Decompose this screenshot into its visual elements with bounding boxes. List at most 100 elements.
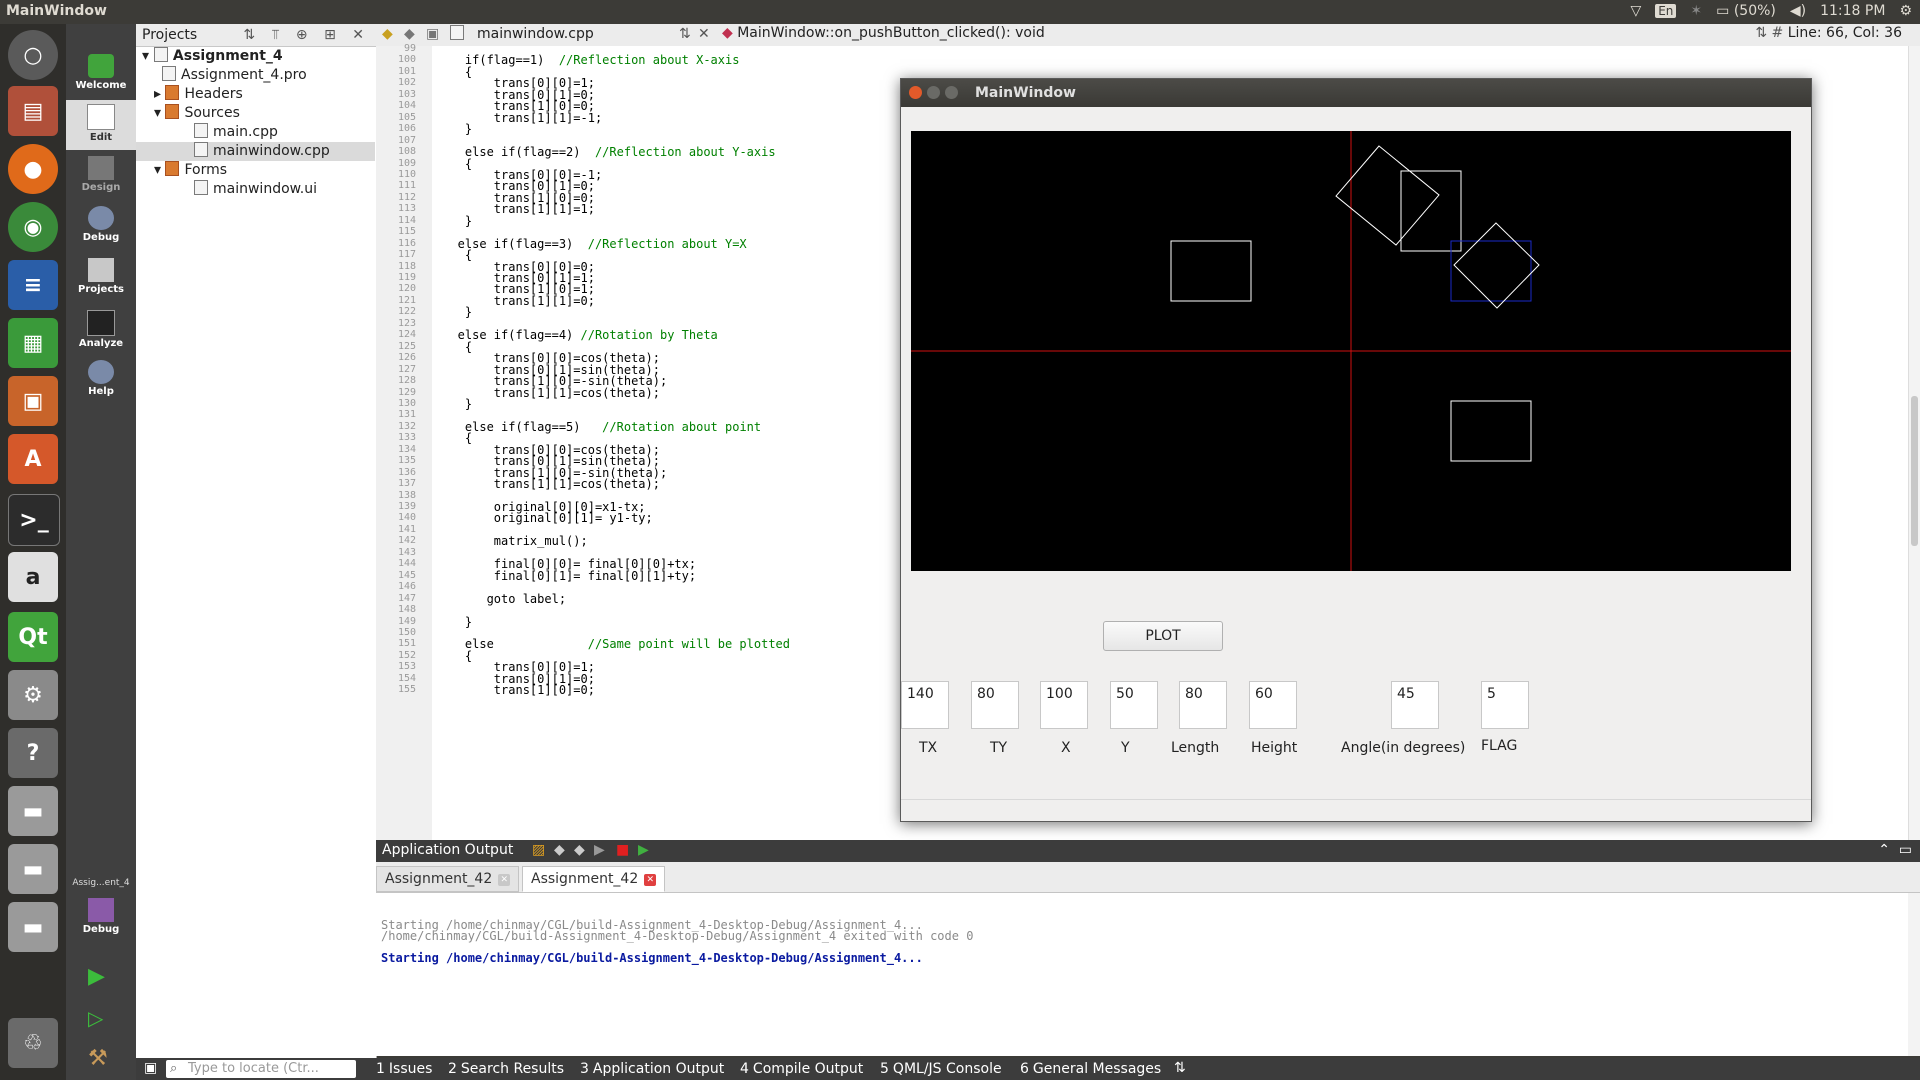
system-settings-icon[interactable]: ⚙ (8, 670, 58, 720)
software-center-icon[interactable]: A (8, 434, 58, 484)
close-document-icon[interactable]: ✕ (698, 26, 710, 42)
tx-label: TX (919, 740, 938, 756)
back-arrow-icon[interactable]: ◆ (382, 26, 393, 42)
lock-icon[interactable]: ▣ (426, 26, 439, 42)
amazon-icon[interactable]: a (8, 552, 58, 602)
drive-icon-2[interactable]: ▬ (8, 844, 58, 894)
tree-node-headers[interactable]: ▸ Headers (154, 85, 243, 104)
status-tab-qml-console[interactable]: 5 QML/JS Console (880, 1060, 1002, 1078)
kit-selector-debug[interactable]: Debug (66, 894, 136, 944)
application-output[interactable]: Starting /home/chinmay/CGL/build-Assignm… (376, 893, 1908, 1056)
pane-toolbar-icons[interactable]: ⇅ ⫪ ⊕ ⊞ ✕ (243, 27, 370, 43)
angle-input[interactable]: 45 (1391, 681, 1439, 729)
close-tab-icon[interactable]: ✕ (644, 874, 657, 886)
height-input[interactable]: 60 (1249, 681, 1297, 729)
editor-scrollbar-thumb[interactable] (1911, 396, 1918, 546)
help-icon[interactable]: ? (8, 728, 58, 778)
chrome-icon[interactable]: ◉ (8, 202, 58, 252)
close-tab-icon[interactable]: ✕ (498, 874, 511, 886)
bottom-status-bar: ▣ ⌕ Type to locate (Ctr... 1 Issues 2 Sear… (136, 1058, 1920, 1080)
length-input[interactable]: 80 (1179, 681, 1227, 729)
y-input[interactable]: 50 (1110, 681, 1158, 729)
next-item-icon[interactable]: ◆ (574, 842, 585, 858)
status-tab-general-messages[interactable]: 6 General Messages (1020, 1060, 1161, 1078)
mode-edit[interactable]: Edit (66, 100, 136, 150)
volume-icon[interactable]: ◀) (1790, 3, 1806, 19)
tree-node-mainwindow-cpp[interactable]: mainwindow.cpp (136, 142, 375, 161)
flag-input[interactable]: 5 (1481, 681, 1529, 729)
locator-input[interactable]: ⌕ Type to locate (Ctr... (166, 1060, 356, 1078)
plot-button[interactable]: PLOT (1103, 621, 1223, 651)
code-line: } (436, 305, 472, 319)
drive-icon[interactable]: ▬ (8, 786, 58, 836)
mode-debug[interactable]: Debug (66, 202, 136, 252)
forward-arrow-icon[interactable]: ◆ (404, 26, 415, 42)
tree-node-pro-file[interactable]: Assignment_4.pro (162, 66, 307, 85)
build-hammer-icon[interactable]: ⚒ (88, 1046, 108, 1071)
ty-input[interactable]: 80 (971, 681, 1019, 729)
prev-item-icon[interactable]: ◆ (554, 842, 565, 858)
power-gear-icon[interactable]: ⚙ (1899, 3, 1912, 19)
status-tab-issues[interactable]: 1 Issues (376, 1060, 432, 1078)
output-scrollbar[interactable] (1908, 893, 1920, 1056)
expand-arrow-icon: ▾ (154, 105, 166, 121)
maximize-button[interactable] (945, 86, 958, 99)
terminal-icon[interactable]: >_ (8, 494, 60, 546)
files-icon[interactable]: ▤ (8, 86, 58, 136)
file-selector[interactable]: mainwindow.cpp (450, 25, 594, 42)
editor-scrollbar[interactable] (1908, 46, 1920, 840)
ubuntu-dash-icon[interactable]: ○ (8, 30, 58, 80)
kit-selector-project[interactable]: Assig...ent_4 (66, 878, 136, 888)
bluetooth-icon[interactable]: ✶ (1690, 3, 1702, 19)
writer-icon[interactable]: ≡ (8, 260, 58, 310)
cursor-position[interactable]: ⇅ # Line: 66, Col: 36 (1755, 25, 1902, 41)
mode-welcome[interactable]: Welcome (66, 50, 136, 100)
keyboard-layout-indicator[interactable]: En (1655, 4, 1677, 18)
tree-node-sources[interactable]: ▾ Sources (154, 104, 240, 123)
battery-indicator[interactable]: ▭ (50%) (1716, 3, 1776, 19)
status-tab-application-output[interactable]: 3 Application Output (580, 1060, 724, 1078)
x-label: X (1061, 740, 1071, 756)
close-pane-icon[interactable]: ▭ (1899, 842, 1912, 858)
code-line: } (436, 615, 472, 629)
impress-icon[interactable]: ▣ (8, 376, 58, 426)
mode-analyze[interactable]: Analyze (66, 306, 136, 356)
wifi-icon[interactable]: ▽ (1630, 3, 1641, 19)
rerun-icon[interactable]: ▶ (594, 842, 605, 858)
mode-projects[interactable]: Projects (66, 254, 136, 304)
close-button[interactable] (909, 86, 922, 99)
calc-icon[interactable]: ▦ (8, 318, 58, 368)
symbol-selector[interactable]: ◆ MainWindow::on_pushButton_clicked(): v… (722, 25, 1045, 41)
clock[interactable]: 11:18 PM (1820, 3, 1885, 19)
tree-node-forms[interactable]: ▾ Forms (154, 161, 227, 180)
status-tab-search-results[interactable]: 2 Search Results (448, 1060, 564, 1078)
maximize-pane-icon[interactable]: ⌃ (1878, 842, 1890, 858)
battery-icon: ▭ (1716, 3, 1730, 19)
tree-node-project[interactable]: ▾ Assignment_4 (142, 47, 283, 66)
firefox-icon[interactable]: ● (8, 144, 58, 194)
file-dropdown-arrow-icon[interactable]: ⇅ (679, 26, 691, 42)
x-input[interactable]: 100 (1040, 681, 1088, 729)
stop-icon[interactable]: ■ (616, 842, 629, 858)
qt-mode-selector: Welcome Edit Design Debug Projects Analy… (66, 24, 136, 1080)
tree-node-main-cpp[interactable]: main.cpp (194, 123, 278, 142)
status-tab-compile-output[interactable]: 4 Compile Output (740, 1060, 863, 1078)
more-panes-icon[interactable]: ⇅ (1174, 1060, 1186, 1076)
minimize-button[interactable] (927, 86, 940, 99)
output-tab-1[interactable]: Assignment_42 ✕ (376, 866, 520, 892)
mode-help[interactable]: Help (66, 356, 136, 406)
attach-debugger-icon[interactable]: ▶ (638, 842, 649, 858)
projects-view-selector[interactable]: Projects (142, 27, 197, 43)
clear-output-icon[interactable]: ▨ (532, 842, 545, 858)
mode-design[interactable]: Design (66, 152, 136, 202)
drive-icon-3[interactable]: ▬ (8, 902, 58, 952)
tx-input[interactable]: 140 (901, 681, 949, 729)
app-window-titlebar[interactable]: MainWindow (901, 79, 1811, 107)
run-icon[interactable]: ▶ (88, 964, 105, 989)
toggle-sidebar-icon[interactable]: ▣ (144, 1060, 157, 1076)
output-tab-2[interactable]: Assignment_42 ✕ (522, 866, 666, 892)
tree-node-mainwindow-ui[interactable]: mainwindow.ui (194, 180, 317, 199)
trash-icon[interactable]: ♲ (8, 1018, 58, 1068)
qt-creator-icon[interactable]: Qt (8, 612, 58, 662)
debug-run-icon[interactable]: ▷ (88, 1006, 103, 1030)
